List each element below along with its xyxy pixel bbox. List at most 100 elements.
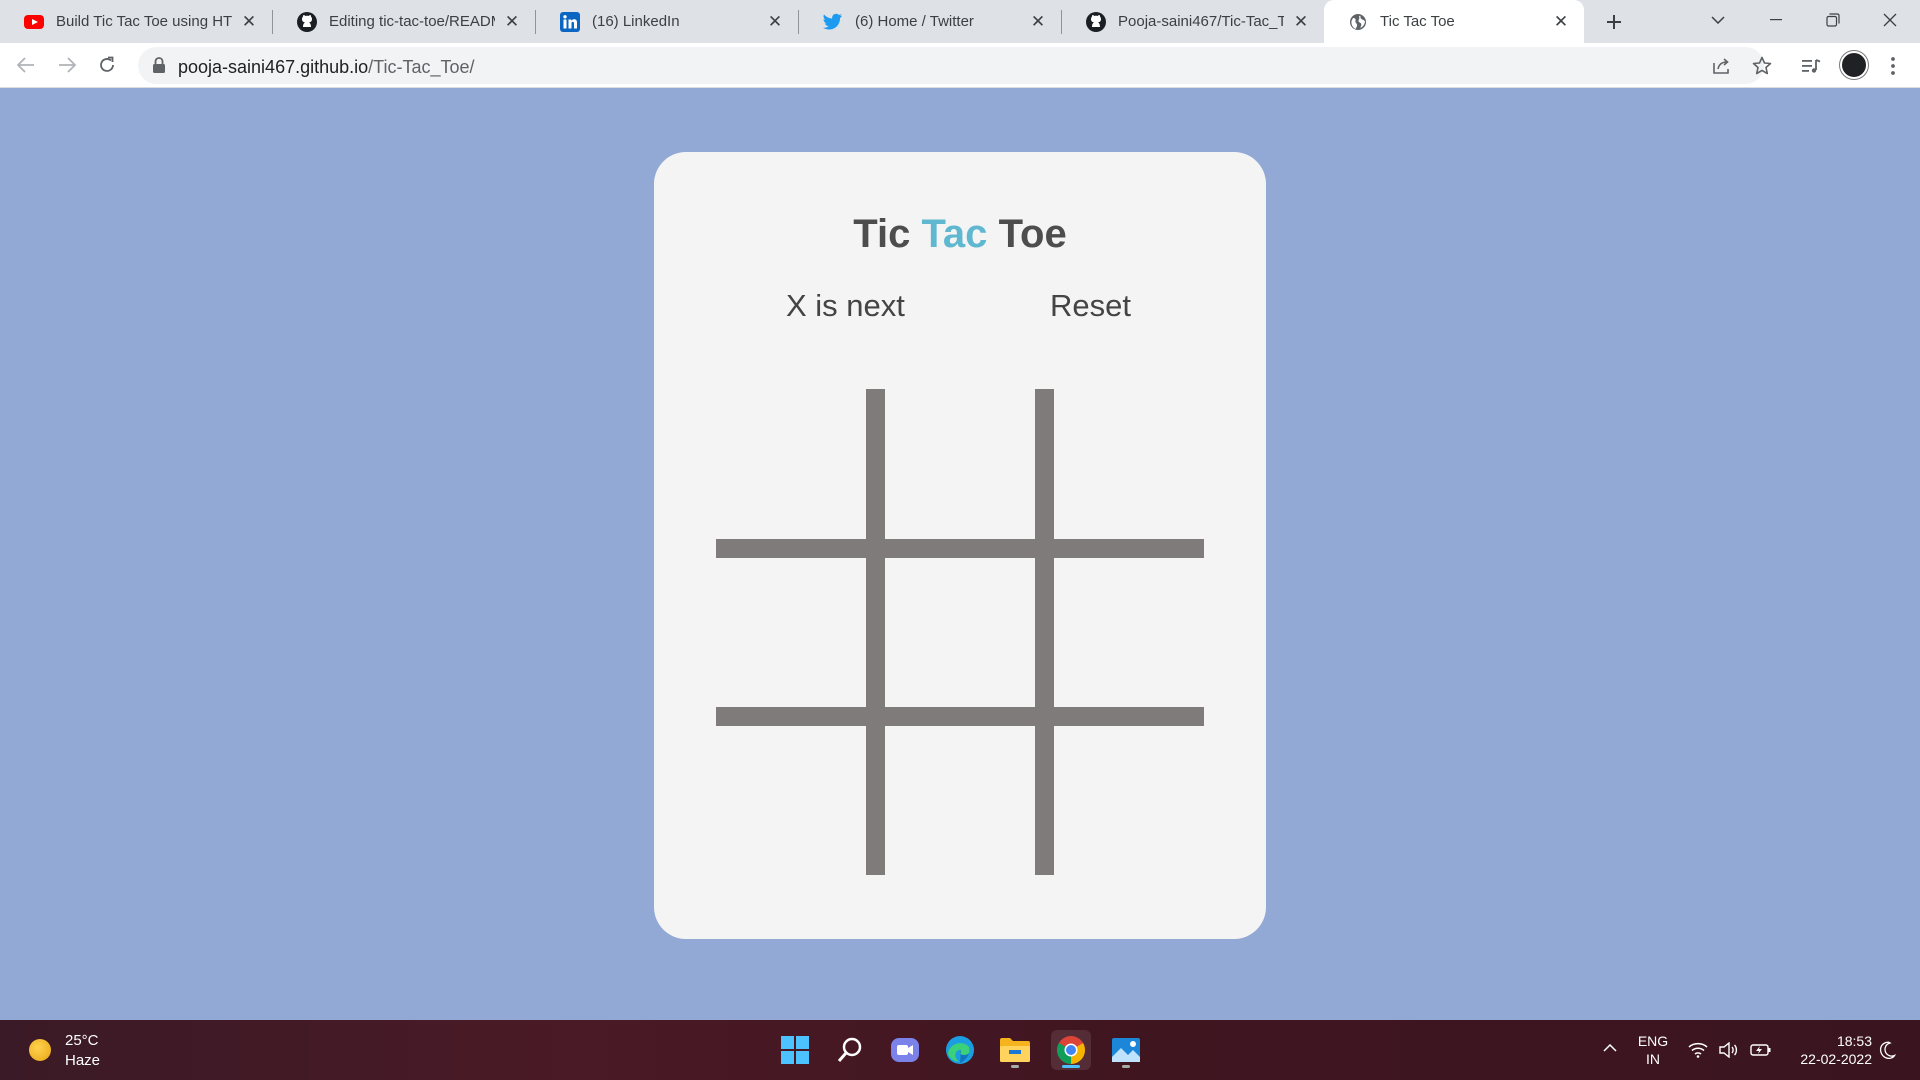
battery-charging-icon [1750,1044,1771,1056]
battery-status[interactable] [1748,1038,1774,1062]
speaker-icon [1719,1042,1738,1058]
close-tab-icon[interactable]: ✕ [1550,11,1572,33]
start-button[interactable] [775,1030,815,1070]
language-indicator[interactable]: ENG IN [1637,1032,1669,1068]
title-word-2: Tac [921,212,988,256]
search-button[interactable] [830,1030,870,1070]
chevron-down-icon [1711,16,1725,24]
close-tab-icon[interactable]: ✕ [238,11,260,33]
tab-tic-tac-toe[interactable]: Tic Tac Toe ✕ [1324,0,1584,43]
running-indicator [1011,1065,1019,1068]
folder-icon [1000,1038,1030,1062]
more-vertical-icon [1891,57,1895,75]
chevron-up-icon [1603,1044,1617,1052]
volume-status[interactable] [1716,1038,1740,1062]
new-tab-button[interactable] [1598,6,1630,38]
reset-button[interactable]: Reset [1050,288,1131,324]
board-cell[interactable] [716,725,866,875]
show-hidden-icons-button[interactable] [1598,1036,1622,1060]
tab-title: (6) Home / Twitter [855,13,974,30]
reading-list-button[interactable] [1796,51,1826,81]
profile-avatar[interactable] [1840,51,1868,79]
tab-title: (16) LinkedIn [592,13,680,30]
board-cell[interactable] [885,557,1035,707]
focus-assist-button[interactable] [1875,1038,1899,1062]
board-cell[interactable] [1054,389,1204,539]
active-indicator [1062,1065,1080,1068]
photos-button[interactable] [1106,1030,1146,1070]
youtube-icon [24,12,44,32]
teams-chat-button[interactable] [885,1030,925,1070]
arrow-right-icon [59,57,76,73]
linkedin-icon [560,11,580,32]
grid-line-vertical [1035,389,1054,875]
board-cell[interactable] [885,725,1035,875]
grid-line-vertical [866,389,885,875]
game-card: Tic Tac Toe X is next Reset [654,152,1266,939]
grid-line-horizontal [716,707,1204,726]
url-text[interactable]: pooja-saini467.github.io/Tic-Tac_Toe/ [178,57,475,78]
menu-button[interactable] [1878,51,1908,81]
twitter-icon [823,12,843,32]
title-word-1: Tic [853,212,911,256]
windows-taskbar: 25°C Haze ENG IN 18:53 22-02-2022 [0,1020,1920,1080]
media-control-icon [1802,59,1821,73]
close-tab-icon[interactable]: ✕ [764,11,786,33]
tab-search-button[interactable] [1690,0,1746,40]
board-cell[interactable] [885,389,1035,539]
close-tab-icon[interactable]: ✕ [1027,11,1049,33]
region-code: IN [1646,1051,1660,1067]
tab-youtube[interactable]: Build Tic Tac Toe using HTML ✕ [0,0,272,43]
edge-icon [946,1036,974,1064]
share-icon [1713,58,1729,74]
clock-time: 18:53 [1836,1033,1872,1049]
board-cell[interactable] [1054,557,1204,707]
minimize-button[interactable] [1748,0,1804,40]
board-cell[interactable] [716,389,866,539]
wifi-icon [1688,1042,1708,1058]
tab-title: Build Tic Tac Toe using HTML [56,13,232,30]
file-explorer-button[interactable] [995,1030,1035,1070]
github-icon [297,11,317,32]
clock-date: 22-02-2022 [1800,1051,1872,1067]
url-path: /Tic-Tac_Toe/ [368,57,475,77]
address-bar[interactable]: pooja-saini467.github.io/Tic-Tac_Toe/ [138,47,1764,84]
star-icon [1752,56,1772,75]
back-button[interactable] [10,49,42,81]
plus-icon [1607,15,1621,29]
tab-github-repo[interactable]: Pooja-saini467/Tic-Tac_Toe ✕ [1062,0,1324,43]
weather-sun-icon[interactable] [29,1039,51,1061]
language-code: ENG [1637,1033,1669,1049]
system-clock[interactable]: 18:53 22-02-2022 [1782,1032,1872,1068]
restore-button[interactable] [1805,0,1861,40]
game-title: Tic Tac Toe [654,212,1266,257]
bookmark-button[interactable] [1747,51,1777,81]
weather-condition[interactable]: Haze [65,1052,100,1069]
tab-twitter[interactable]: (6) Home / Twitter ✕ [799,0,1061,43]
close-window-button[interactable] [1862,0,1918,40]
tab-linkedin[interactable]: (16) LinkedIn ✕ [536,0,798,43]
restore-icon [1826,13,1840,27]
forward-button[interactable] [51,49,83,81]
reload-button[interactable] [91,49,123,81]
weather-temperature[interactable]: 25°C [65,1032,99,1049]
close-tab-icon[interactable]: ✕ [501,11,523,33]
reload-icon [100,56,114,72]
turn-status: X is next [786,288,905,323]
chrome-button[interactable] [1051,1030,1091,1070]
share-button[interactable] [1707,51,1737,81]
chrome-icon [1057,1036,1085,1064]
wifi-status[interactable] [1686,1038,1710,1062]
close-tab-icon[interactable]: ✕ [1290,11,1312,33]
close-icon [1883,13,1897,27]
tab-title: Tic Tac Toe [1380,13,1455,30]
teams-chat-icon [891,1038,919,1062]
photos-icon [1112,1038,1140,1062]
tab-github-readme[interactable]: Editing tic-tac-toe/README.md ✕ [273,0,535,43]
edge-browser-button[interactable] [940,1030,980,1070]
running-indicator [1122,1065,1130,1068]
board-cell[interactable] [1054,725,1204,875]
tab-title: Pooja-saini467/Tic-Tac_Toe [1118,13,1284,30]
arrow-left-icon [17,57,34,73]
board-cell[interactable] [716,557,866,707]
